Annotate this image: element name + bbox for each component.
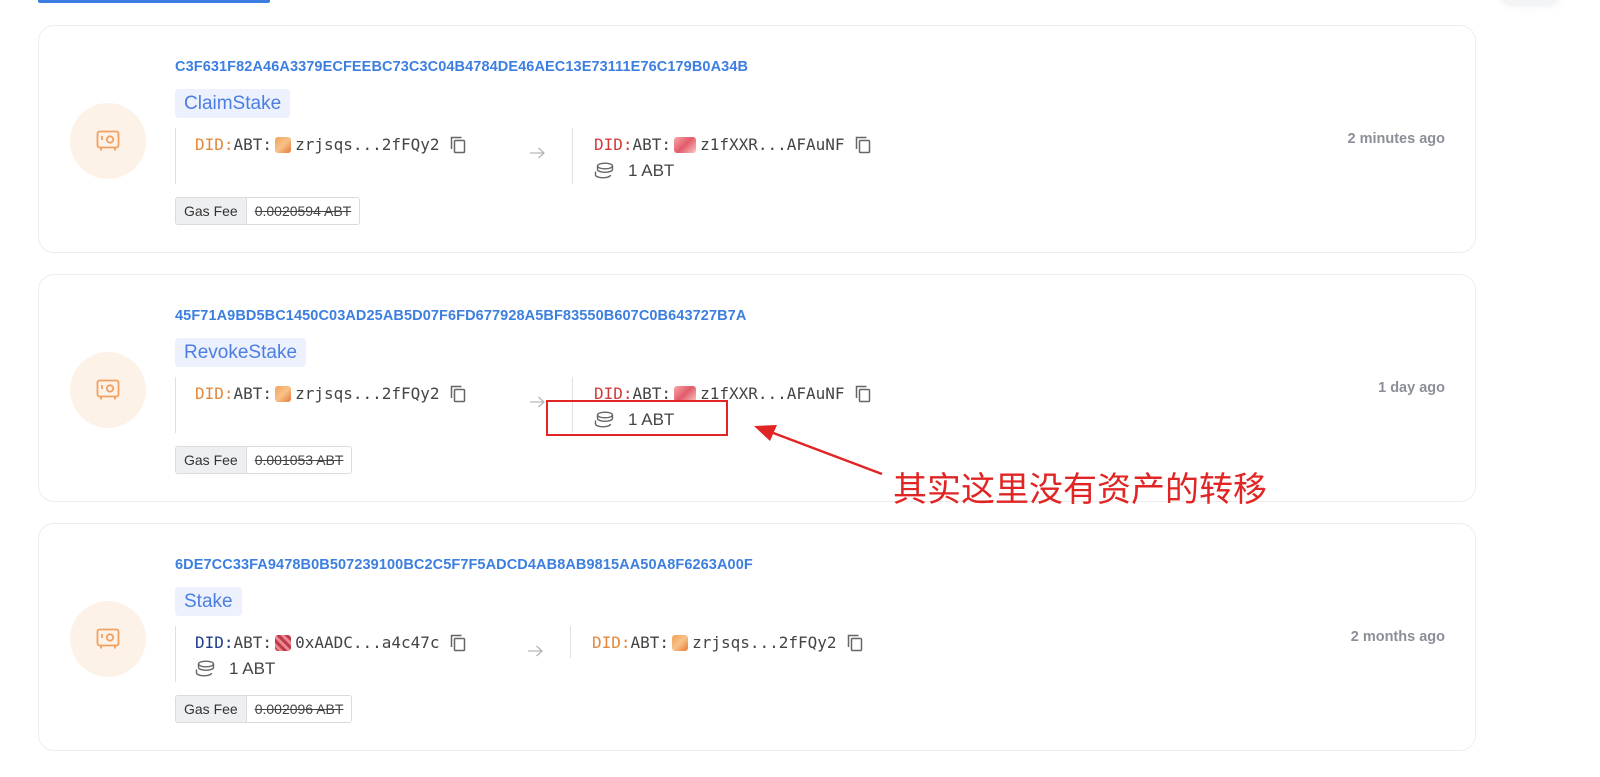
annotation-text: 其实这里没有资产的转移 (893, 470, 1267, 510)
annotation-arrow-icon (754, 425, 883, 476)
